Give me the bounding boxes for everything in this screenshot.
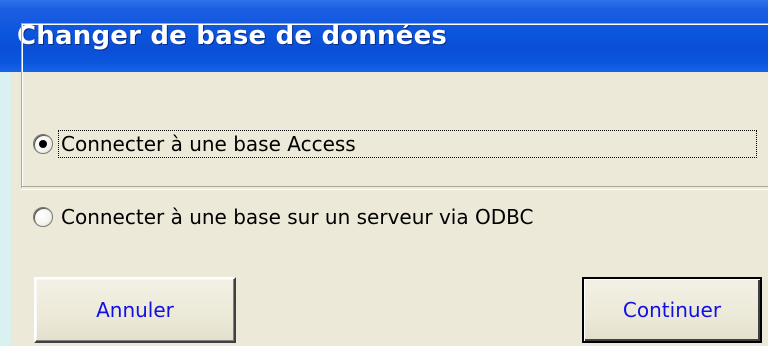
option-odbc[interactable]: Connecter à une base sur un serveur via … [33,202,535,232]
option-access[interactable]: Connecter à une base Access [33,129,757,159]
group-divider [21,186,768,190]
option-access-label[interactable]: Connecter à une base Access [58,130,757,158]
radio-access[interactable] [33,134,53,154]
radio-selected-dot [39,140,47,148]
radio-odbc[interactable] [33,207,53,227]
continue-button[interactable]: Continuer [582,277,762,343]
cancel-button[interactable]: Annuler [34,277,236,343]
connection-type-group [21,23,768,188]
dialog-window: Changer de base de données Connecter à u… [0,0,768,346]
option-odbc-label[interactable]: Connecter à une base sur un serveur via … [59,204,535,230]
